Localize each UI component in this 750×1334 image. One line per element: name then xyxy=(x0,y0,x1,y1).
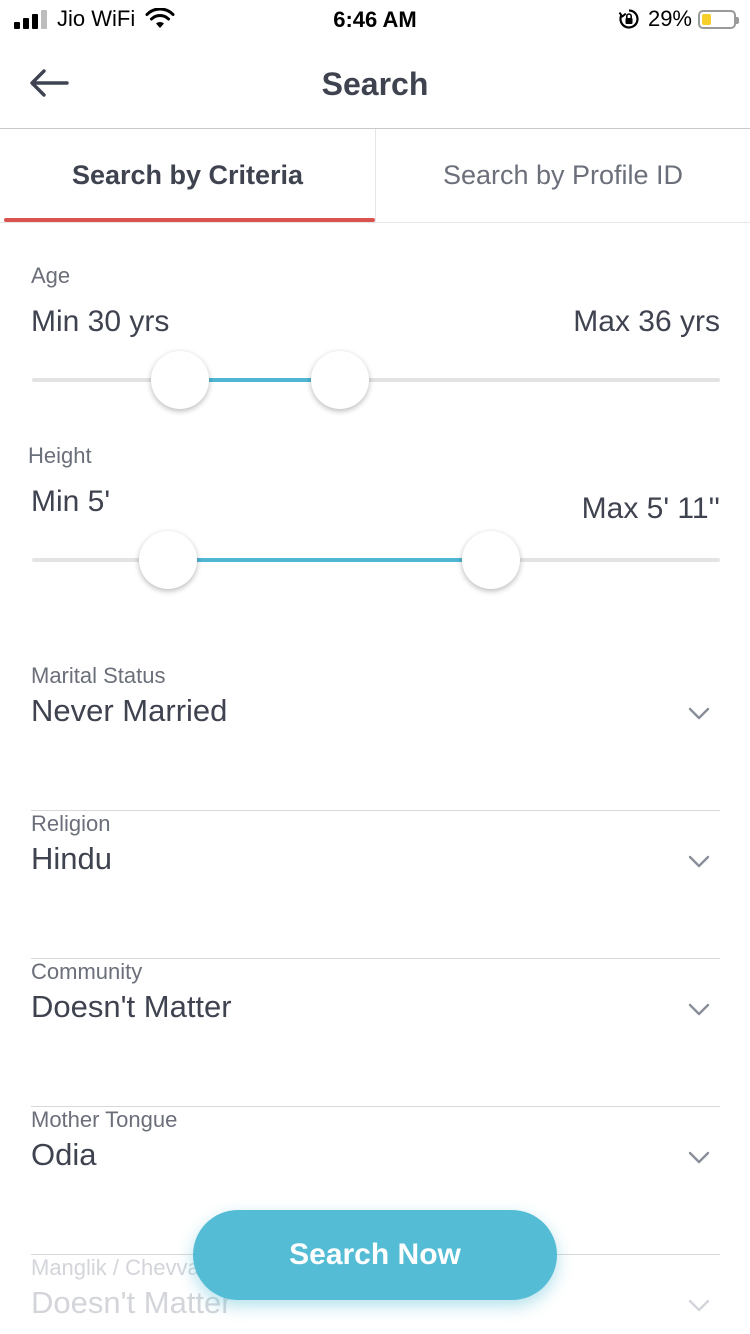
age-label: Age xyxy=(31,263,71,288)
age-min-thumb[interactable] xyxy=(151,351,209,409)
age-range-slider[interactable] xyxy=(32,350,720,410)
religion-dropdown[interactable]: Religion Hindu xyxy=(31,811,720,959)
manglik-value: Doesn't Matter xyxy=(31,1285,232,1320)
chevron-down-icon xyxy=(688,1299,710,1312)
height-min-thumb[interactable] xyxy=(139,531,197,589)
tab-search-by-profile-id[interactable]: Search by Profile ID xyxy=(375,129,750,222)
rotation-lock-icon xyxy=(618,9,639,29)
marital-status-dropdown[interactable]: Marital Status Never Married xyxy=(31,663,720,811)
search-tabs: Search by Criteria Search by Profile ID xyxy=(0,129,750,223)
height-max-value: Max 5' 11'' xyxy=(581,492,720,525)
community-dropdown[interactable]: Community Doesn't Matter xyxy=(31,959,720,1107)
height-label: Height xyxy=(28,443,92,468)
age-max-thumb[interactable] xyxy=(311,351,369,409)
height-range-slider[interactable] xyxy=(32,530,720,590)
community-value: Doesn't Matter xyxy=(31,989,232,1024)
status-bar: Jio WiFi 6:46 AM 29% xyxy=(0,0,750,40)
page-title: Search xyxy=(321,66,429,102)
religion-value: Hindu xyxy=(31,841,112,876)
battery-percent: 29% xyxy=(647,6,692,31)
mother-tongue-label: Mother Tongue xyxy=(31,1107,178,1132)
age-min-value: Min 30 yrs xyxy=(31,305,170,338)
battery-icon xyxy=(698,9,739,29)
age-max-value: Max 36 yrs xyxy=(573,305,720,338)
height-slider-selected-range xyxy=(168,558,491,562)
search-now-button[interactable]: Search Now xyxy=(193,1210,557,1300)
marital-status-value: Never Married xyxy=(31,693,228,728)
marital-status-label: Marital Status xyxy=(31,663,166,688)
chevron-down-icon xyxy=(688,1151,710,1164)
status-right: 29% xyxy=(618,6,739,32)
chevron-down-icon xyxy=(688,1003,710,1016)
battery-level xyxy=(702,13,711,25)
religion-label: Religion xyxy=(31,811,111,836)
search-screen: Jio WiFi 6:46 AM 29% Search Search by Cr… xyxy=(0,0,750,1334)
chevron-down-icon xyxy=(688,707,710,720)
chevron-down-icon xyxy=(688,855,710,868)
mother-tongue-value: Odia xyxy=(31,1137,97,1172)
tab-search-by-criteria[interactable]: Search by Criteria xyxy=(0,129,375,222)
height-min-value: Min 5' xyxy=(31,485,111,518)
age-slider-track xyxy=(32,378,720,382)
community-label: Community xyxy=(31,959,143,984)
height-max-thumb[interactable] xyxy=(462,531,520,589)
nav-bar: Search xyxy=(0,40,750,129)
